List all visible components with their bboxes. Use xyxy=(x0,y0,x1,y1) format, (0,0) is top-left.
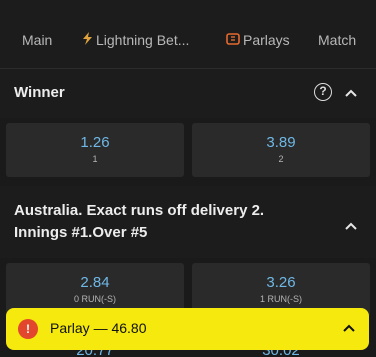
parlay-label: Parlay — 46.80 xyxy=(50,320,147,336)
market-title: Winner xyxy=(14,84,65,101)
odd-value: 3.89 xyxy=(266,134,296,151)
odd-button[interactable]: 3.89 2 xyxy=(192,123,370,177)
chevron-up-icon[interactable] xyxy=(345,89,357,99)
help-icon[interactable]: ? xyxy=(314,83,332,101)
tab-match[interactable]: Match xyxy=(318,32,356,48)
odd-label: 1 RUN(-S) xyxy=(260,294,302,304)
market-tabs: Main Lightning Bet... Parlays Match xyxy=(0,0,376,69)
exact-runs-market-header[interactable]: Australia. Exact runs off delivery 2. In… xyxy=(0,186,376,258)
odd-label: 2 xyxy=(278,154,284,164)
odd-value: 1.26 xyxy=(80,134,110,151)
tab-main[interactable]: Main xyxy=(22,32,52,48)
odd-label: 1 xyxy=(92,154,98,164)
parlay-bar[interactable]: ! Parlay — 46.80 xyxy=(6,308,369,350)
winner-market-header[interactable]: Winner ? xyxy=(0,69,376,118)
odd-label: 0 RUN(-S) xyxy=(74,294,116,304)
odd-button[interactable]: 1.26 1 xyxy=(6,123,184,177)
odd-value: 3.26 xyxy=(266,274,296,291)
chevron-up-icon[interactable] xyxy=(345,222,357,232)
tab-parlays[interactable]: Parlays xyxy=(226,32,290,48)
ticket-icon xyxy=(226,32,240,48)
odd-value: 2.84 xyxy=(80,274,110,291)
tab-lightning-bets[interactable]: Lightning Bet... xyxy=(82,32,189,48)
chevron-up-icon[interactable] xyxy=(343,324,355,334)
market-title: Australia. Exact runs off delivery 2. In… xyxy=(14,202,265,241)
lightning-icon xyxy=(82,32,93,48)
alert-icon: ! xyxy=(18,319,38,339)
